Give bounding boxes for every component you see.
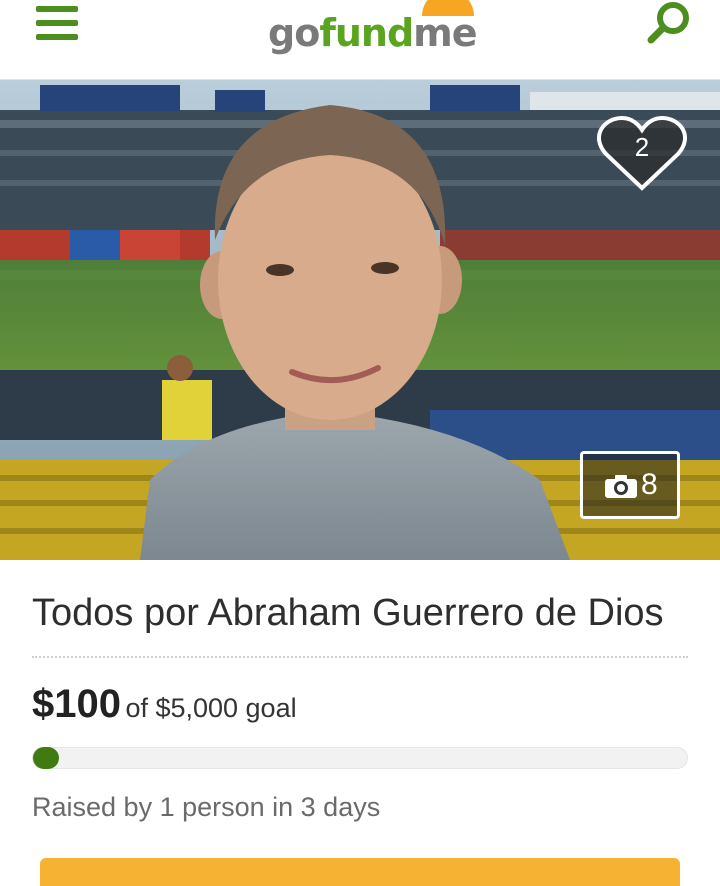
campaign-photo[interactable]: 2 8 bbox=[0, 80, 720, 560]
divider bbox=[32, 656, 688, 658]
favorite-count: 2 bbox=[634, 132, 650, 162]
progress-fill bbox=[33, 747, 59, 769]
goal-text: of $5,000 goal bbox=[125, 693, 297, 723]
gofundme-logo[interactable]: gofundme bbox=[268, 0, 488, 62]
hamburger-menu-icon[interactable] bbox=[36, 4, 78, 44]
menu-bar bbox=[36, 6, 78, 12]
funding-summary: $100 of $5,000 goal bbox=[32, 682, 297, 727]
donate-button[interactable] bbox=[40, 858, 680, 886]
logo-wordmark: gofundme bbox=[268, 11, 478, 55]
camera-icon bbox=[605, 475, 637, 498]
top-header: gofundme bbox=[0, 0, 720, 80]
campaign-title: Todos por Abraham Guerrero de Dios bbox=[32, 592, 664, 634]
menu-bar bbox=[36, 34, 78, 40]
raised-amount: $100 bbox=[32, 682, 121, 726]
photo-gallery-button[interactable]: 8 bbox=[580, 451, 680, 519]
search-icon[interactable] bbox=[646, 0, 692, 46]
menu-bar bbox=[36, 20, 78, 26]
raised-by-text: Raised by 1 person in 3 days bbox=[32, 792, 381, 822]
photo-count: 8 bbox=[641, 468, 658, 501]
favorite-button[interactable]: 2 bbox=[596, 114, 688, 194]
progress-bar bbox=[32, 747, 688, 769]
